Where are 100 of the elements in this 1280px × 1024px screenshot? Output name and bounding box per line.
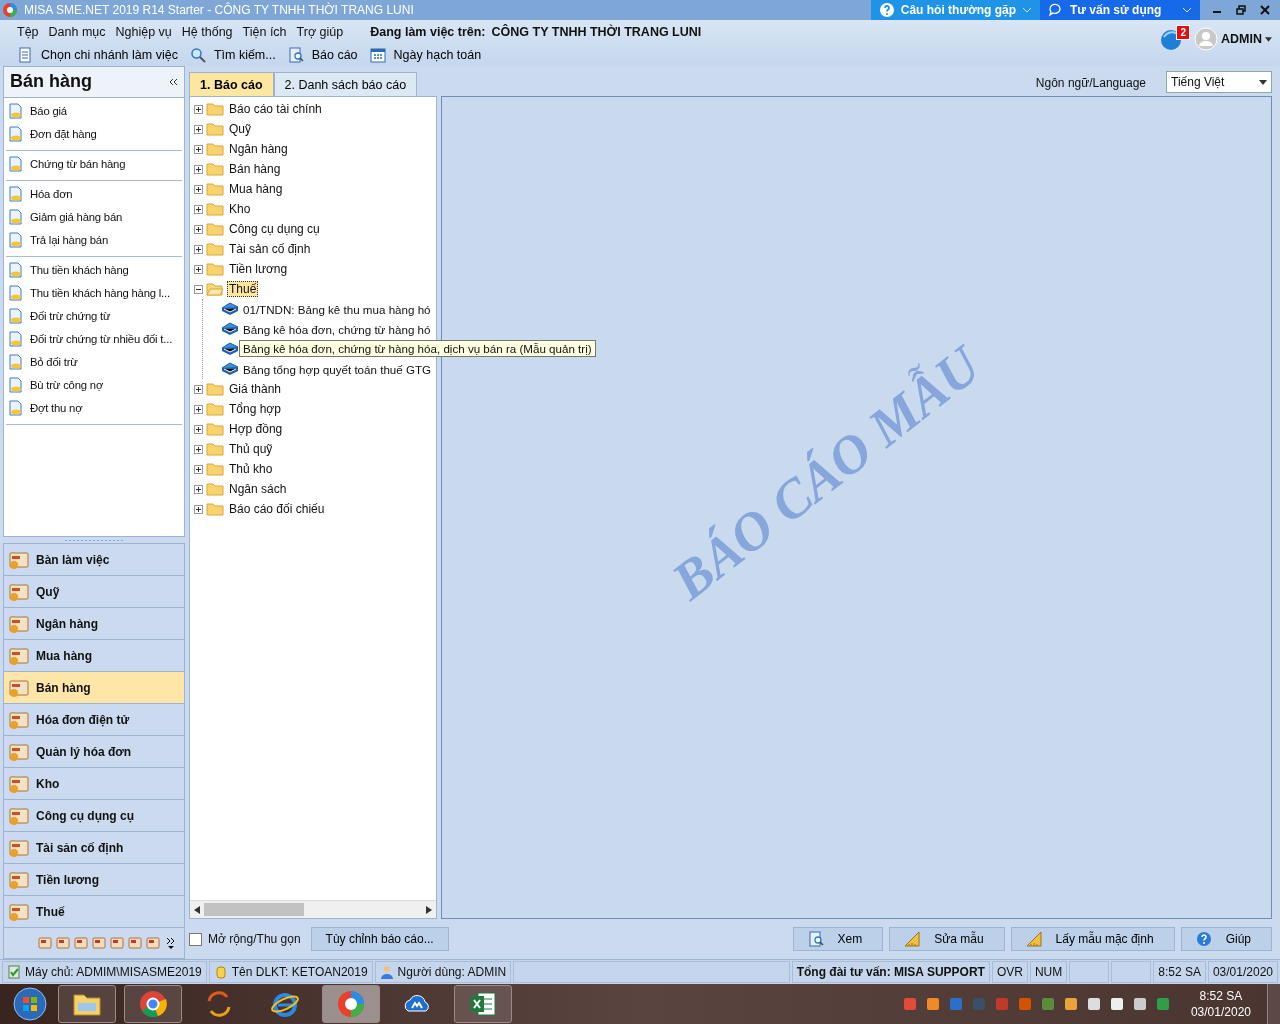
sidebar-item[interactable]: Giảm giá hàng bán: [6, 205, 182, 229]
expand-icon[interactable]: [194, 504, 203, 514]
tray-icon[interactable]: [1062, 996, 1079, 1012]
module-button[interactable]: Công cụ dụng cụ: [3, 800, 185, 833]
taskbar-button[interactable]: [58, 985, 116, 1023]
tab[interactable]: 2. Danh sách báo cáo: [273, 72, 418, 96]
tree-node[interactable]: Thuế: [227, 281, 259, 297]
tray-icon[interactable]: [1085, 996, 1102, 1012]
action-button[interactable]: Sửa mẫu: [889, 927, 1005, 951]
tree-node[interactable]: Tài sản cố định: [227, 241, 313, 257]
sidebar-item[interactable]: Chứng từ bán hàng: [6, 152, 182, 176]
tree-node[interactable]: Giá thành: [227, 381, 284, 397]
language-dropdown[interactable]: Tiếng Việt: [1166, 71, 1272, 93]
action-button[interactable]: Giúp: [1180, 927, 1272, 951]
module-shortcut-icon[interactable]: [56, 936, 70, 951]
toolbar-button[interactable]: Ngày hạch toán: [366, 47, 485, 63]
sidebar-item[interactable]: Đơn đặt hàng: [6, 122, 182, 146]
sidebar-item[interactable]: Thu tiền khách hàng: [6, 258, 182, 282]
module-shortcut-icon[interactable]: [74, 936, 88, 951]
module-button[interactable]: Bán hàng: [3, 672, 185, 705]
module-button[interactable]: Tiền lương: [3, 864, 185, 897]
toolbar-button[interactable]: Tìm kiếm...: [186, 47, 279, 63]
expand-icon[interactable]: [194, 444, 203, 454]
menu-item[interactable]: Trợ giúp: [291, 25, 349, 39]
module-shortcut-icon[interactable]: [92, 936, 106, 951]
expand-icon[interactable]: [194, 244, 203, 254]
collapse-icon[interactable]: [194, 284, 203, 294]
expand-icon[interactable]: [194, 184, 203, 194]
sidebar-item[interactable]: Đợt thu nợ: [6, 396, 182, 420]
customize-report-button[interactable]: Tùy chỉnh báo cáo...: [310, 927, 449, 951]
expand-collapse-checkbox[interactable]: Mở rộng/Thu gọn: [189, 932, 301, 946]
module-shortcut-icon[interactable]: [146, 936, 160, 951]
tray-icon[interactable]: [1131, 996, 1148, 1012]
sidebar-item[interactable]: Đối trừ chứng từ: [6, 304, 182, 328]
toolbar-button[interactable]: Chọn chi nhánh làm việc: [14, 47, 181, 63]
toolbar-button[interactable]: Báo cáo: [284, 47, 361, 63]
help-menu-button[interactable]: Tư vấn sử dụng: [1040, 0, 1200, 20]
expand-icon[interactable]: [194, 104, 203, 114]
expand-icon[interactable]: [194, 144, 203, 154]
tree-node[interactable]: Báo cáo tài chính: [227, 101, 324, 117]
sidebar-item[interactable]: Đối trừ chứng từ nhiều đối t...: [6, 327, 182, 351]
expand-icon[interactable]: [194, 404, 203, 414]
sidebar-item[interactable]: Bỏ đối trừ: [6, 350, 182, 374]
report-item[interactable]: 01/TNDN: Bảng kê thu mua hàng hó: [243, 302, 431, 316]
user-menu[interactable]: ADMIN: [1194, 27, 1272, 51]
report-item[interactable]: Bảng tổng hợp quyết toán thuế GTG: [243, 362, 432, 376]
expand-icon[interactable]: [194, 204, 203, 214]
tree-node[interactable]: Mua hàng: [227, 181, 285, 197]
module-button[interactable]: Bàn làm việc: [3, 543, 185, 577]
sidebar-item[interactable]: Trả lại hàng bán: [6, 228, 182, 252]
module-shortcut-icon[interactable]: [110, 936, 124, 951]
start-button[interactable]: [10, 984, 50, 1024]
module-button[interactable]: Quỹ: [3, 576, 185, 609]
taskbar-button[interactable]: [322, 985, 380, 1023]
menu-item[interactable]: Tiện ích: [237, 25, 292, 39]
module-button[interactable]: Quản lý hóa đơn: [3, 736, 185, 769]
tab[interactable]: 1. Báo cáo: [189, 72, 274, 96]
action-button[interactable]: Lấy mẫu mặc định: [1010, 927, 1175, 951]
tree-node[interactable]: Ngân hàng: [227, 141, 290, 157]
menu-item[interactable]: Danh mục: [43, 25, 111, 39]
taskbar-button[interactable]: [454, 985, 512, 1023]
module-shortcut-icon[interactable]: [128, 936, 142, 951]
expand-icon[interactable]: [194, 484, 203, 494]
collapse-icon[interactable]: [168, 76, 178, 87]
tray-icon[interactable]: [924, 996, 941, 1012]
expand-icon[interactable]: [194, 124, 203, 134]
taskbar-button[interactable]: [124, 985, 182, 1023]
tray-icon[interactable]: [1108, 996, 1125, 1012]
module-button[interactable]: Thuế: [3, 896, 185, 929]
module-button[interactable]: Tài sản cố định: [3, 832, 185, 865]
tree-node[interactable]: Thủ kho: [227, 461, 275, 477]
tree-node[interactable]: Hợp đồng: [227, 421, 285, 437]
module-button[interactable]: Hóa đơn điện tử: [3, 704, 185, 737]
tree-node[interactable]: Báo cáo đối chiếu: [227, 501, 327, 517]
tree-node[interactable]: Bán hàng: [227, 161, 283, 177]
tree-node[interactable]: Quỹ: [227, 121, 253, 137]
tree-node[interactable]: Thủ quỹ: [227, 441, 275, 457]
notification-button[interactable]: 2: [1160, 27, 1189, 51]
module-button[interactable]: Mua hàng: [3, 640, 185, 673]
sidebar-item[interactable]: Thu tiền khách hàng hàng l...: [6, 281, 182, 305]
expand-icon[interactable]: [194, 164, 203, 174]
expand-icon[interactable]: [194, 224, 203, 234]
tree-node[interactable]: Kho: [227, 201, 253, 217]
expand-icon[interactable]: [194, 424, 203, 434]
taskbar-clock[interactable]: 8:52 SA 03/01/2020: [1190, 988, 1251, 1020]
action-button[interactable]: Xem: [792, 927, 884, 951]
menu-item[interactable]: Nghiệp vụ: [110, 25, 177, 39]
module-button[interactable]: Ngân hàng: [3, 608, 185, 641]
module-shortcut-icon[interactable]: [38, 936, 52, 951]
sidebar-item[interactable]: Hóa đơn: [6, 182, 182, 206]
expand-icon[interactable]: [194, 264, 203, 274]
tree-node[interactable]: Tiền lương: [227, 261, 290, 277]
horizontal-scrollbar[interactable]: [190, 900, 436, 918]
sidebar-item[interactable]: Báo giá: [6, 99, 182, 123]
expand-icon[interactable]: [194, 384, 203, 394]
sidebar-item[interactable]: Bù trừ công nợ: [6, 373, 182, 397]
expand-icon[interactable]: [194, 464, 203, 474]
tree-node[interactable]: Tổng hợp: [227, 401, 283, 417]
module-button[interactable]: Kho: [3, 768, 185, 801]
menu-item[interactable]: Tệp: [12, 25, 44, 39]
